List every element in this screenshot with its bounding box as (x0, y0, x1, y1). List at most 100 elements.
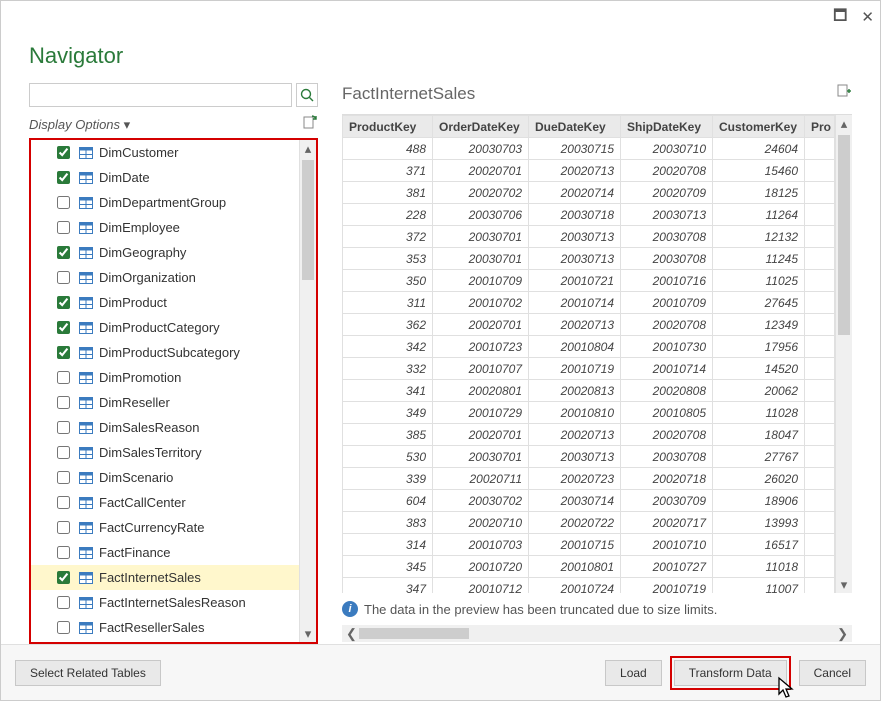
scroll-up-icon[interactable]: ▴ (836, 115, 852, 132)
table-row[interactable]: 31420010703200107152001071016517 (343, 534, 835, 556)
search-input[interactable] (29, 83, 292, 107)
column-header[interactable]: ProductKey (343, 116, 433, 138)
tree-checkbox[interactable] (57, 446, 70, 459)
table-row[interactable]: 38120020702200207142002070918125 (343, 182, 835, 204)
scroll-down-icon[interactable]: ▾ (300, 625, 316, 642)
tree-item[interactable]: DimSalesReason (31, 415, 299, 440)
tree-item[interactable]: FactInternetSalesReason (31, 590, 299, 615)
table-row[interactable]: 33220010707200107192001071414520 (343, 358, 835, 380)
table-row[interactable]: 37120020701200207132002070815460 (343, 160, 835, 182)
load-button[interactable]: Load (605, 660, 662, 686)
table-row[interactable]: 35020010709200107212001071611025 (343, 270, 835, 292)
table-icon (79, 422, 93, 434)
table-cell: 20010719 (529, 358, 621, 380)
scroll-thumb[interactable] (359, 628, 469, 639)
tree-checkbox[interactable] (57, 346, 70, 359)
table-row[interactable]: 22820030706200307182003071311264 (343, 204, 835, 226)
search-icon[interactable] (296, 83, 318, 107)
tree-checkbox[interactable] (57, 171, 70, 184)
tree-item[interactable]: DimGeography (31, 240, 299, 265)
tree-checkbox[interactable] (57, 296, 70, 309)
table-row[interactable]: 36220020701200207132002070812349 (343, 314, 835, 336)
table-row[interactable]: 48820030703200307152003071024604 (343, 138, 835, 160)
tree-item[interactable]: DimScenario (31, 465, 299, 490)
tree-checkbox[interactable] (57, 396, 70, 409)
column-header[interactable]: OrderDateKey (433, 116, 529, 138)
transform-data-button[interactable]: Transform Data (674, 660, 787, 686)
table-row[interactable]: 31120010702200107142001070927645 (343, 292, 835, 314)
maximize-icon[interactable]: 🗖 (833, 5, 847, 30)
tree-item[interactable]: FactCallCenter (31, 490, 299, 515)
column-header[interactable]: DueDateKey (529, 116, 621, 138)
column-header[interactable]: CustomerKey (713, 116, 805, 138)
table-cell: 11264 (713, 204, 805, 226)
scroll-left-icon[interactable]: ❮ (346, 626, 357, 642)
tree-item[interactable]: DimCustomer (31, 140, 299, 165)
table-row[interactable]: 34920010729200108102001080511028 (343, 402, 835, 424)
tree-checkbox[interactable] (57, 246, 70, 259)
table-row[interactable]: 38320020710200207222002071713993 (343, 512, 835, 534)
tree-checkbox[interactable] (57, 421, 70, 434)
tree-checkbox[interactable] (57, 321, 70, 334)
tree-checkbox[interactable] (57, 271, 70, 284)
tree-item[interactable]: DimPromotion (31, 365, 299, 390)
table-row[interactable]: 34720010712200107242001071911007 (343, 578, 835, 594)
tree-checkbox[interactable] (57, 221, 70, 234)
display-options-dropdown[interactable]: Display Options ▾ (29, 117, 130, 133)
table-cell: 20030701 (433, 226, 529, 248)
scroll-up-icon[interactable]: ▴ (300, 140, 316, 157)
scroll-down-icon[interactable]: ▾ (836, 576, 852, 593)
cancel-button[interactable]: Cancel (799, 660, 866, 686)
table-row[interactable]: 38520020701200207132002070818047 (343, 424, 835, 446)
tree-item[interactable]: DimSalesTerritory (31, 440, 299, 465)
column-header[interactable]: ShipDateKey (621, 116, 713, 138)
tree-checkbox[interactable] (57, 196, 70, 209)
tree-item[interactable]: FactInternetSales (31, 565, 299, 590)
tree-item[interactable]: FactResellerSales (31, 615, 299, 640)
scroll-thumb[interactable] (302, 160, 314, 280)
preview-options-icon[interactable] (836, 83, 852, 104)
select-related-tables-button[interactable]: Select Related Tables (15, 660, 161, 686)
scroll-right-icon[interactable]: ❯ (837, 626, 848, 642)
table-row[interactable]: 37220030701200307132003070812132 (343, 226, 835, 248)
tree-item[interactable]: DimProductCategory (31, 315, 299, 340)
table-row[interactable]: 35320030701200307132003070811245 (343, 248, 835, 270)
tree-item[interactable]: DimProduct (31, 290, 299, 315)
table-row[interactable]: 53020030701200307132003070827767 (343, 446, 835, 468)
table-cell (805, 160, 835, 182)
table-row[interactable]: 34220010723200108042001073017956 (343, 336, 835, 358)
table-cell: 12132 (713, 226, 805, 248)
tree-checkbox[interactable] (57, 471, 70, 484)
tree-checkbox[interactable] (57, 496, 70, 509)
tree-item[interactable]: DimDepartmentGroup (31, 190, 299, 215)
tree-item[interactable]: DimOrganization (31, 265, 299, 290)
tree-item[interactable]: DimEmployee (31, 215, 299, 240)
tree-checkbox[interactable] (57, 596, 70, 609)
table-row[interactable]: 34120020801200208132002080820062 (343, 380, 835, 402)
table-tree[interactable]: DimCustomerDimDateDimDepartmentGroupDimE… (31, 140, 299, 642)
table-row[interactable]: 34520010720200108012001072711018 (343, 556, 835, 578)
tree-checkbox[interactable] (57, 146, 70, 159)
tree-item[interactable]: DimReseller (31, 390, 299, 415)
preview-grid[interactable]: ProductKeyOrderDateKeyDueDateKeyShipDate… (342, 115, 835, 593)
scroll-thumb[interactable] (838, 135, 850, 335)
tree-item[interactable]: DimProductSubcategory (31, 340, 299, 365)
grid-hscrollbar[interactable]: ❮ ❯ (342, 625, 852, 642)
tree-item[interactable]: FactFinance (31, 540, 299, 565)
tree-checkbox[interactable] (57, 521, 70, 534)
table-row[interactable]: 33920020711200207232002071826020 (343, 468, 835, 490)
refresh-icon[interactable] (302, 115, 318, 134)
tree-checkbox[interactable] (57, 571, 70, 584)
table-cell: 20020701 (433, 160, 529, 182)
grid-vscrollbar[interactable]: ▴ ▾ (835, 115, 852, 593)
column-header[interactable]: Pro (805, 116, 835, 138)
tree-checkbox[interactable] (57, 546, 70, 559)
tree-item[interactable]: DimDate (31, 165, 299, 190)
table-row[interactable]: 60420030702200307142003070918906 (343, 490, 835, 512)
tree-item[interactable]: FactCurrencyRate (31, 515, 299, 540)
tree-checkbox[interactable] (57, 371, 70, 384)
close-icon[interactable]: ✕ (861, 8, 874, 26)
table-cell: 20010719 (621, 578, 713, 594)
tree-scrollbar[interactable]: ▴ ▾ (299, 140, 316, 642)
tree-checkbox[interactable] (57, 621, 70, 634)
